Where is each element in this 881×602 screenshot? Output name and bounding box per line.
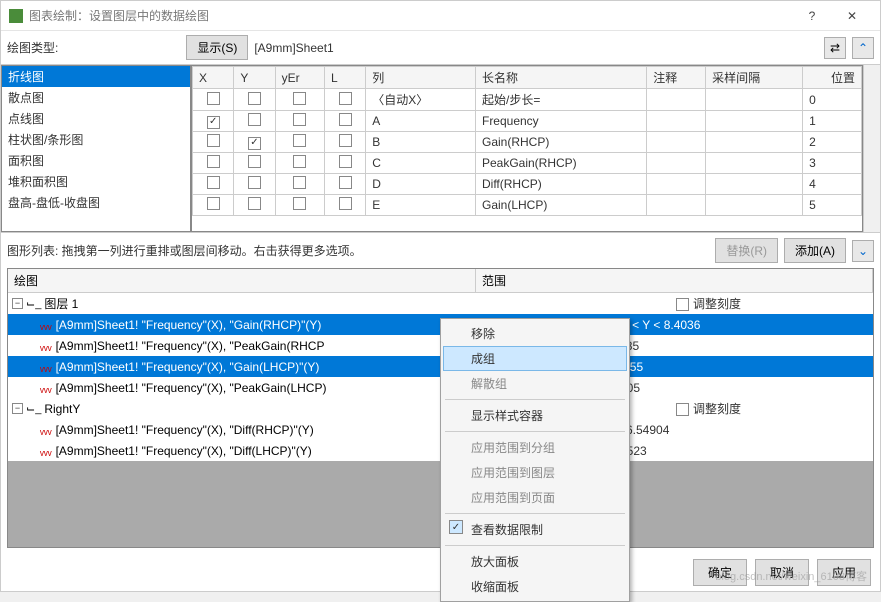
grid-header[interactable]: 采样间隔 — [706, 67, 803, 89]
checkbox[interactable] — [207, 116, 220, 129]
sheet-name: [A9mm]Sheet1 — [254, 41, 333, 55]
menu-shrink[interactable]: 收缩面板 — [443, 574, 627, 599]
checkbox[interactable] — [339, 155, 352, 168]
waveform-icon: ᵥᵥᵥ — [40, 339, 52, 353]
tree-col-plot: 绘图 — [8, 269, 476, 292]
waveform-icon: ᵥᵥᵥ — [40, 381, 52, 395]
checkbox[interactable] — [207, 92, 220, 105]
plot-type-item[interactable]: 面积图 — [2, 150, 190, 171]
grid-header[interactable]: Y — [234, 67, 275, 89]
grid-row[interactable]: AFrequency1 — [193, 111, 862, 132]
menu-ungroup[interactable]: 解散组 — [443, 371, 627, 396]
grid-header[interactable]: L — [324, 67, 365, 89]
menu-apply-group[interactable]: 应用范围到分组 — [443, 435, 627, 460]
context-menu: 移除 成组 解散组 显示样式容器 应用范围到分组 应用范围到图层 应用范围到页面… — [440, 318, 630, 602]
menu-enlarge[interactable]: 放大面板 — [443, 549, 627, 574]
help-button[interactable]: ? — [792, 2, 832, 30]
menu-apply-page[interactable]: 应用范围到页面 — [443, 485, 627, 510]
grid-header[interactable]: yEr — [275, 67, 324, 89]
plot-type-label: 绘图类型: — [7, 39, 58, 56]
menu-remove[interactable]: 移除 — [443, 321, 627, 346]
checkbox[interactable] — [293, 113, 306, 126]
graphlist-label: 图形列表: 拖拽第一列进行重排或图层间移动。右击获得更多选项。 — [7, 242, 362, 259]
checkbox[interactable] — [207, 176, 220, 189]
checkbox[interactable] — [339, 134, 352, 147]
plot-type-item[interactable]: 散点图 — [2, 87, 190, 108]
plot-type-item[interactable]: 点线图 — [2, 108, 190, 129]
plot-type-list[interactable]: 折线图散点图点线图柱状图/条形图面积图堆积面积图盘高-盘低-收盘图 — [1, 65, 191, 232]
checkbox[interactable] — [293, 197, 306, 210]
app-icon — [9, 9, 23, 23]
menu-show-style[interactable]: 显示样式容器 — [443, 403, 627, 428]
waveform-icon: ᵥᵥᵥ — [40, 318, 52, 332]
data-grid[interactable]: XYyErL列长名称注释采样间隔位置〈自动X〉起始/步长=0AFrequency… — [191, 65, 863, 232]
grid-header[interactable]: 长名称 — [475, 67, 646, 89]
checkbox[interactable] — [339, 92, 352, 105]
checkbox[interactable] — [339, 176, 352, 189]
grid-header[interactable]: 位置 — [803, 67, 862, 89]
waveform-icon: ᵥᵥᵥ — [40, 423, 52, 437]
checkbox[interactable] — [207, 134, 220, 147]
expand-down-icon[interactable]: ⌄ — [852, 240, 874, 262]
tree-layer-row[interactable]: −⌙_ 图层 1调整刻度 — [8, 293, 873, 314]
collapse-up-icon[interactable]: ⌃ — [852, 37, 874, 59]
waveform-icon: ᵥᵥᵥ — [40, 444, 52, 458]
add-button[interactable]: 添加(A) — [784, 238, 846, 263]
grid-row[interactable]: DDiff(RHCP)4 — [193, 174, 862, 195]
checkbox[interactable] — [293, 155, 306, 168]
checkbox[interactable] — [293, 92, 306, 105]
checkbox[interactable] — [248, 176, 261, 189]
menu-view-limit[interactable]: ✓查看数据限制 — [443, 517, 627, 542]
checkbox[interactable] — [293, 176, 306, 189]
show-button[interactable]: 显示(S) — [186, 35, 248, 60]
plot-type-item[interactable]: 堆积面积图 — [2, 171, 190, 192]
titlebar: 图表绘制：设置图层中的数据绘图 ? ✕ — [1, 1, 880, 31]
swap-icon[interactable]: ⇄ — [824, 37, 846, 59]
grid-row[interactable]: CPeakGain(RHCP)3 — [193, 153, 862, 174]
menu-apply-layer[interactable]: 应用范围到图层 — [443, 460, 627, 485]
replace-button[interactable]: 替换(R) — [715, 238, 778, 263]
grid-row[interactable]: EGain(LHCP)5 — [193, 195, 862, 216]
layer-icon: ⌙_ — [26, 402, 41, 415]
grid-header[interactable]: X — [193, 67, 234, 89]
expander-icon[interactable]: − — [12, 298, 23, 309]
expander-icon[interactable]: − — [12, 403, 23, 414]
grid-row[interactable]: 〈自动X〉起始/步长=0 — [193, 89, 862, 111]
menu-group[interactable]: 成组 — [443, 346, 627, 371]
checkbox[interactable] — [207, 155, 220, 168]
checkbox[interactable] — [293, 134, 306, 147]
checkbox[interactable] — [248, 113, 261, 126]
checkbox[interactable] — [339, 197, 352, 210]
grid-header[interactable]: 注释 — [647, 67, 706, 89]
plot-type-item[interactable]: 折线图 — [2, 66, 190, 87]
waveform-icon: ᵥᵥᵥ — [40, 360, 52, 374]
adjust-scale-checkbox[interactable] — [676, 403, 689, 416]
ok-button[interactable]: 确定 — [693, 559, 747, 586]
window-title: 图表绘制：设置图层中的数据绘图 — [29, 7, 792, 24]
tree-col-range: 范围 — [476, 269, 873, 292]
cancel-button[interactable]: 取消 — [755, 559, 809, 586]
grid-row[interactable]: BGain(RHCP)2 — [193, 132, 862, 153]
checkbox[interactable] — [248, 197, 261, 210]
grid-header[interactable]: 列 — [366, 67, 476, 89]
adjust-scale-checkbox[interactable] — [676, 298, 689, 311]
checkbox[interactable] — [207, 197, 220, 210]
layer-icon: ⌙_ — [26, 297, 41, 310]
close-button[interactable]: ✕ — [832, 2, 872, 30]
plot-type-item[interactable]: 盘高-盘低-收盘图 — [2, 192, 190, 213]
checkbox[interactable] — [248, 92, 261, 105]
checkbox[interactable] — [248, 137, 261, 150]
check-icon: ✓ — [449, 520, 463, 534]
checkbox[interactable] — [248, 155, 261, 168]
checkbox[interactable] — [339, 113, 352, 126]
plot-type-item[interactable]: 柱状图/条形图 — [2, 129, 190, 150]
apply-button[interactable]: 应用 — [817, 559, 871, 586]
